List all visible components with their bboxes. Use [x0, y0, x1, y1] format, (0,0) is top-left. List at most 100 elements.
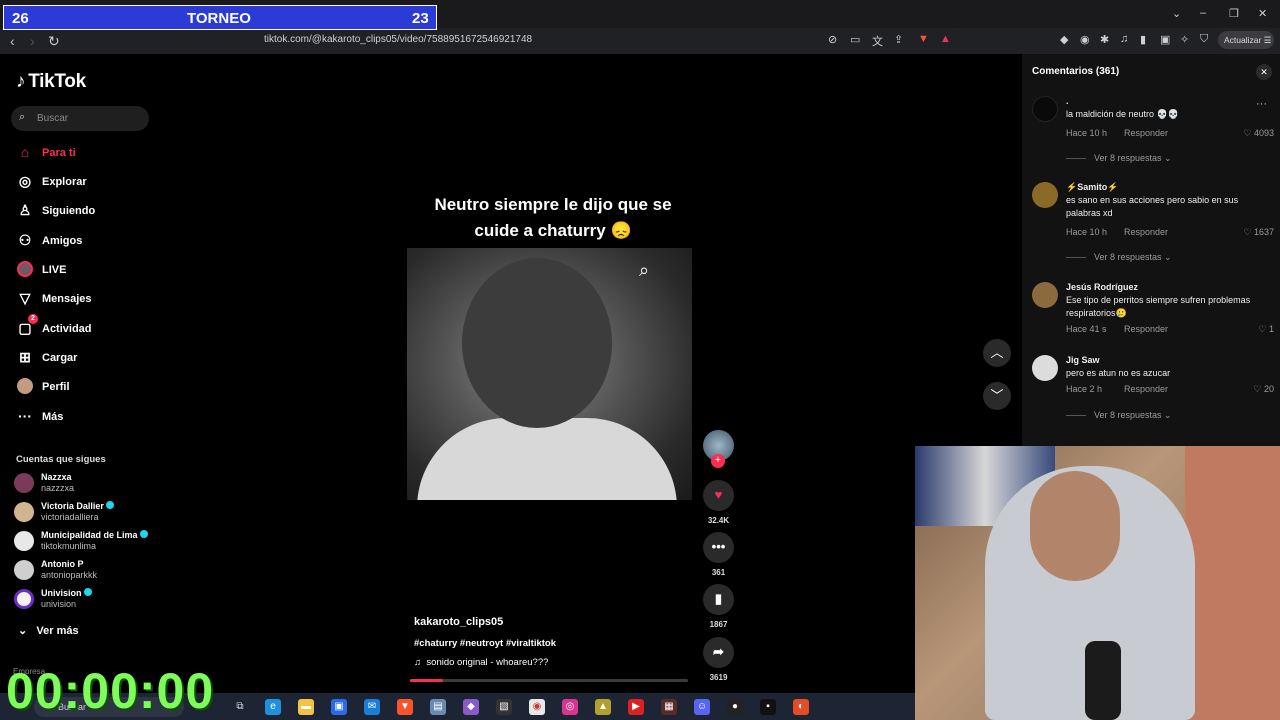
nav-actividad[interactable]: ▢ 2 Actividad: [14, 314, 154, 342]
task-view-icon[interactable]: ⧉: [232, 699, 248, 715]
avatar[interactable]: [1032, 282, 1058, 308]
webcam-face: [1030, 471, 1120, 581]
app-icon[interactable]: ◆: [463, 699, 479, 715]
see-more-button[interactable]: ⌄ Ver más: [18, 624, 79, 637]
close-window-icon[interactable]: ✕: [1258, 7, 1267, 20]
verified-icon: [105, 501, 114, 509]
share-button[interactable]: ➦ 3619: [703, 637, 734, 682]
scoreboard-title: TORNEO: [187, 10, 251, 27]
search-input[interactable]: ⌕ Buscar: [11, 106, 149, 131]
avatar[interactable]: [1032, 355, 1058, 381]
nav-mas[interactable]: ··· Más: [14, 406, 154, 430]
compass-icon: ◎: [18, 173, 32, 189]
reply-button[interactable]: Responder: [1124, 324, 1168, 334]
update-button[interactable]: Actualizar ☰: [1218, 31, 1274, 49]
like-button[interactable]: ♥ 32.4K: [703, 480, 734, 525]
account-municipalidad-lima[interactable]: Municipalidad de Lima tiktokmunlima: [14, 528, 164, 554]
live-icon: [16, 261, 34, 280]
nav-explorar[interactable]: ◎ Explorar: [14, 171, 154, 195]
reply-button[interactable]: Responder: [1124, 384, 1168, 394]
extension-icon[interactable]: ◉: [1080, 33, 1090, 46]
follow-plus-icon[interactable]: +: [711, 454, 725, 468]
reply-button[interactable]: Responder: [1124, 128, 1168, 138]
video-frame-head: [462, 258, 612, 428]
obs-icon[interactable]: ●: [727, 699, 743, 715]
view-replies-button[interactable]: Ver 8 respuestas ⌄: [1066, 153, 1172, 164]
app-icon[interactable]: ▧: [496, 699, 512, 715]
store-icon[interactable]: ▣: [331, 699, 347, 715]
home-icon: ⌂: [20, 144, 30, 160]
app-icon[interactable]: ◐: [793, 699, 809, 715]
wallet-icon[interactable]: ◆: [1060, 33, 1068, 46]
save-button[interactable]: ▮ 1867: [703, 584, 734, 629]
previous-video-button[interactable]: ︿: [983, 339, 1011, 367]
avatar[interactable]: [1032, 182, 1058, 208]
app-icon[interactable]: ▪: [760, 699, 776, 715]
nav-para-ti[interactable]: ⌂ Para ti: [14, 142, 154, 166]
comment-like-button[interactable]: ♡ 1: [1258, 324, 1274, 335]
wallet-icon[interactable]: ▣: [1160, 33, 1170, 46]
avatar[interactable]: [1032, 96, 1058, 122]
account-antonio-p[interactable]: Antonio P antonioparkkk: [14, 557, 164, 583]
back-icon[interactable]: ‹: [10, 33, 15, 49]
reload-icon[interactable]: ↻: [48, 33, 60, 50]
translate-icon[interactable]: 文: [872, 33, 883, 49]
chevron-down-icon[interactable]: ⌄: [1172, 7, 1181, 20]
comment-like-button[interactable]: ♡ 1637: [1243, 227, 1274, 238]
screen-icon[interactable]: ▭: [850, 33, 860, 46]
media-icon[interactable]: ▶: [628, 699, 644, 715]
edge-icon[interactable]: e: [265, 699, 281, 715]
extension-icon[interactable]: ⊘: [828, 33, 837, 46]
video-player[interactable]: ⌕: [407, 248, 692, 500]
video-progress-bar[interactable]: [410, 679, 688, 682]
view-replies-button[interactable]: Ver 8 respuestas ⌄: [1066, 252, 1172, 263]
comment-icon: •••: [703, 532, 734, 563]
video-hashtags[interactable]: #chaturry #neutroyt #viraltiktok: [414, 638, 694, 649]
share-arrow-icon: ➦: [703, 637, 734, 668]
music-icon[interactable]: ♫: [1120, 33, 1128, 45]
share-icon[interactable]: ⇪: [894, 33, 903, 46]
comment-like-button[interactable]: ♡ 20: [1253, 384, 1274, 395]
nav-amigos[interactable]: ⚇ Amigos: [14, 230, 154, 254]
app-icon[interactable]: ▲: [595, 699, 611, 715]
forward-icon[interactable]: ›: [30, 33, 35, 49]
mail-icon[interactable]: ✉: [364, 699, 380, 715]
brave-icon[interactable]: ▼: [397, 699, 413, 715]
folder-icon[interactable]: ▬: [298, 699, 314, 715]
nav-perfil[interactable]: Perfil: [14, 376, 154, 400]
next-video-button[interactable]: ﹀: [983, 382, 1011, 410]
leo-icon[interactable]: ✧: [1180, 33, 1189, 46]
nav-cargar[interactable]: ⊞ Cargar: [14, 347, 154, 371]
discord-icon[interactable]: ☺: [694, 699, 710, 715]
app-icon[interactable]: ▦: [661, 699, 677, 715]
rewards-icon[interactable]: ▲: [940, 33, 951, 45]
profile-icon: [16, 378, 34, 397]
video-sound[interactable]: ♫ sonido original - whoareu???: [414, 657, 694, 668]
nav-siguiendo[interactable]: ♙ Siguiendo: [14, 200, 154, 224]
brave-shield-icon[interactable]: ▼: [918, 33, 929, 45]
account-victoria-dallier[interactable]: Victoria Dallier victoriadalliera: [14, 499, 164, 525]
sidebar-icon[interactable]: ▮: [1140, 33, 1146, 46]
video-username[interactable]: kakaroto_clips05: [414, 616, 694, 628]
reply-button[interactable]: Responder: [1124, 227, 1168, 237]
puzzle-icon[interactable]: ✱: [1100, 33, 1109, 46]
minimize-icon[interactable]: –: [1200, 7, 1206, 19]
view-replies-button[interactable]: Ver 8 respuestas ⌄: [1066, 410, 1172, 421]
chrome-icon[interactable]: ◉: [529, 699, 545, 715]
comment-like-button[interactable]: ♡ 4093: [1243, 128, 1274, 139]
comment-button[interactable]: ••• 361: [703, 532, 734, 577]
app-icon[interactable]: ▤: [430, 699, 446, 715]
vpn-icon[interactable]: ⛉: [1200, 33, 1208, 46]
like-count: 32.4K: [707, 516, 730, 525]
close-comments-button[interactable]: ✕: [1256, 64, 1272, 80]
nav-mensajes[interactable]: ▽ Mensajes: [14, 288, 154, 312]
instagram-icon[interactable]: ◎: [562, 699, 578, 715]
score-left: 26: [12, 10, 29, 27]
stream-timer: 00:00:00: [6, 663, 215, 719]
tiktok-logo[interactable]: ♪ TikTok: [16, 71, 86, 93]
maximize-icon[interactable]: ❐: [1229, 7, 1239, 20]
account-nazzxa[interactable]: Nazzxa nazzzxa: [14, 470, 164, 496]
account-univision[interactable]: Univision univision: [14, 586, 164, 612]
nav-live[interactable]: LIVE: [14, 259, 154, 283]
search-icon[interactable]: ⌕: [639, 260, 649, 281]
